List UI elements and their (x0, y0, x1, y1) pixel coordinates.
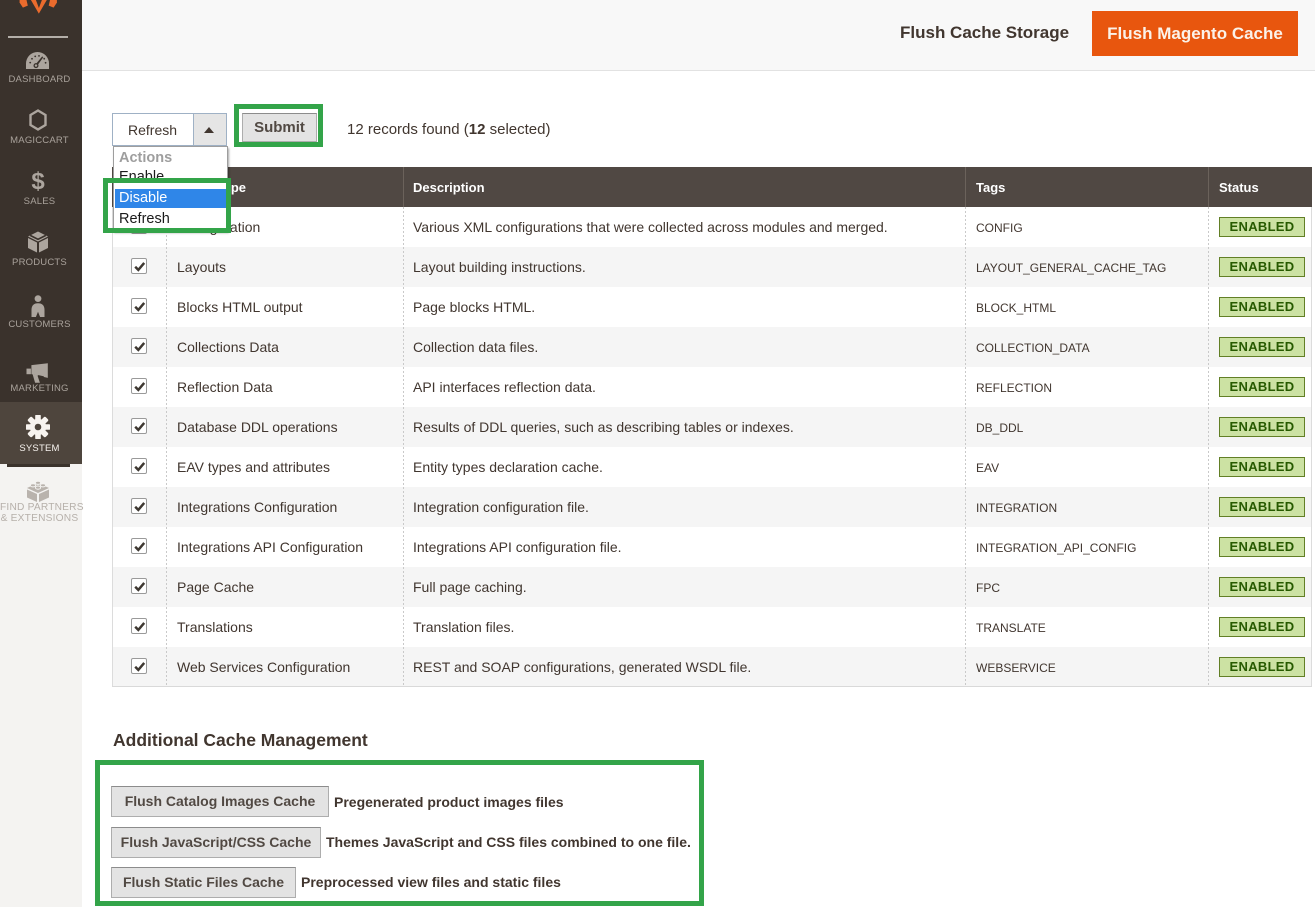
svg-text:$: $ (31, 168, 45, 194)
